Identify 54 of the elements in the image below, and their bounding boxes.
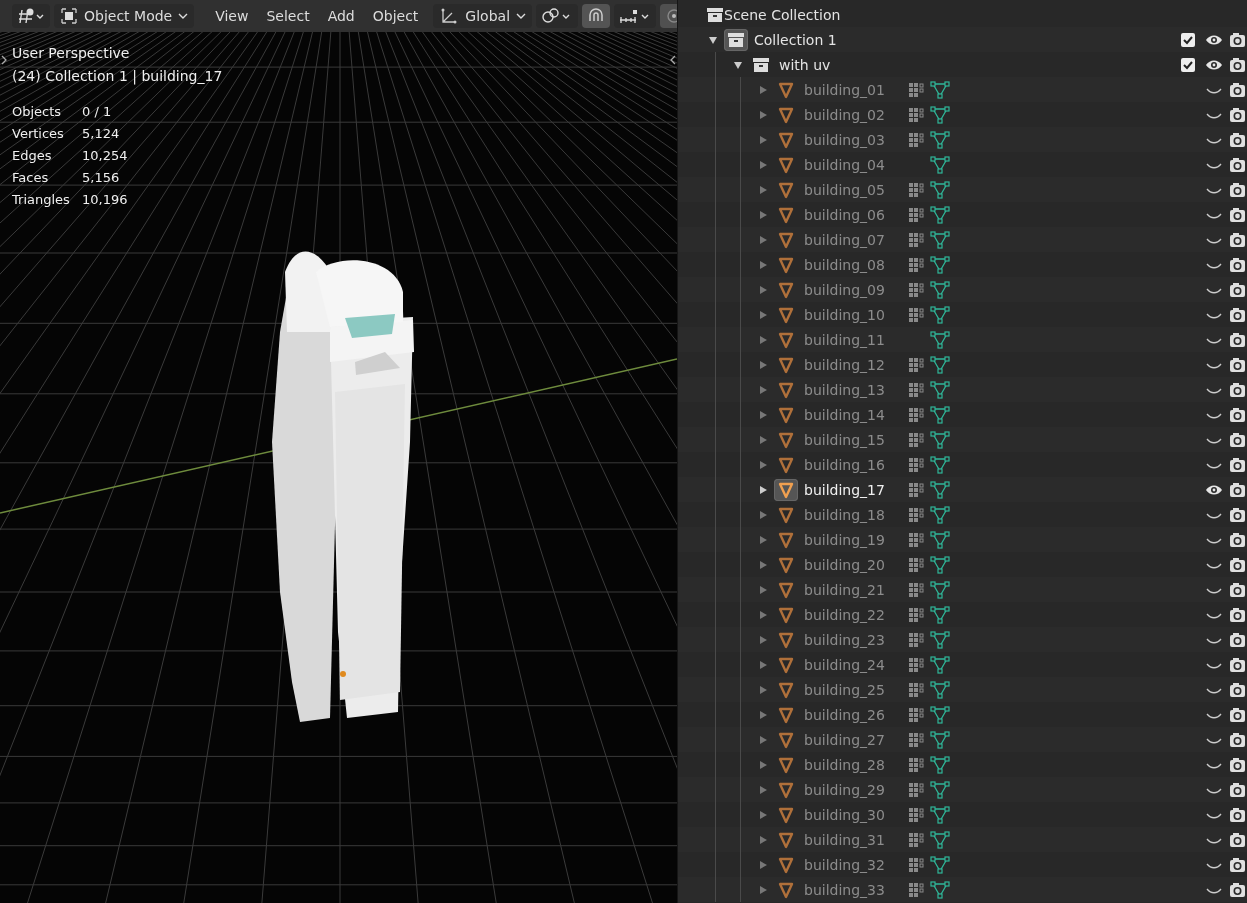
collection-name[interactable]: Collection 1 xyxy=(754,31,837,48)
object-name[interactable]: building_25 xyxy=(804,681,904,698)
object-name[interactable]: building_13 xyxy=(804,381,904,398)
object-name[interactable]: building_23 xyxy=(804,631,904,648)
object-name[interactable]: building_32 xyxy=(804,856,904,873)
object-name[interactable]: building_05 xyxy=(804,181,904,198)
object-name[interactable]: building_03 xyxy=(804,131,904,148)
object-name[interactable]: building_02 xyxy=(804,106,904,123)
stat-value: 10,196 xyxy=(82,191,128,209)
object-name[interactable]: building_30 xyxy=(804,806,904,823)
object-name[interactable]: building_06 xyxy=(804,206,904,223)
object-name[interactable]: building_29 xyxy=(804,781,904,798)
menu-item[interactable]: Object xyxy=(365,4,426,28)
menu-item[interactable]: Select xyxy=(259,4,317,28)
object-name[interactable]: building_27 xyxy=(804,731,904,748)
stat-label: Edges xyxy=(12,147,53,165)
stat-value: 5,156 xyxy=(82,169,121,187)
collection-name[interactable]: with uv xyxy=(779,56,831,73)
object-name[interactable]: building_01 xyxy=(804,81,904,98)
object-name[interactable]: building_26 xyxy=(804,706,904,723)
stat-value: 10,254 xyxy=(82,147,128,165)
object-name[interactable]: building_33 xyxy=(804,881,904,898)
object-name[interactable]: building_07 xyxy=(804,231,904,248)
object-name[interactable]: building_16 xyxy=(804,456,904,473)
menu-item[interactable]: View xyxy=(208,4,256,28)
stat-label: Triangles xyxy=(12,191,71,209)
active-object-context: (24) Collection 1 | building_17 xyxy=(12,67,223,86)
object-name[interactable]: building_14 xyxy=(804,406,904,423)
object-name[interactable]: building_09 xyxy=(804,281,904,298)
object-name[interactable]: building_31 xyxy=(804,831,904,848)
orientation-dropdown[interactable]: Global xyxy=(433,4,533,28)
object-name[interactable]: building_08 xyxy=(804,256,904,273)
object-name[interactable]: building_04 xyxy=(804,156,904,173)
menu-item[interactable]: Add xyxy=(320,4,362,28)
object-name[interactable]: building_24 xyxy=(804,656,904,673)
object-name[interactable]: building_22 xyxy=(804,606,904,623)
object-name[interactable]: building_11 xyxy=(804,331,904,348)
object-name[interactable]: building_18 xyxy=(804,506,904,523)
mode-dropdown[interactable]: Object Mode xyxy=(54,4,195,28)
object-name[interactable]: building_12 xyxy=(804,356,904,373)
stat-value: 0 / 1 xyxy=(82,103,113,121)
stat-label: Objects xyxy=(12,103,63,121)
stat-label: Faces xyxy=(12,169,50,187)
object-name[interactable]: building_17 xyxy=(804,481,904,498)
collection-name[interactable]: Scene Collection xyxy=(724,6,841,23)
object-name[interactable]: building_21 xyxy=(804,581,904,598)
object-name[interactable]: building_28 xyxy=(804,756,904,773)
object-name[interactable]: building_20 xyxy=(804,556,904,573)
object-name[interactable]: building_19 xyxy=(804,531,904,548)
stat-value: 5,124 xyxy=(82,125,121,143)
object-name[interactable]: building_15 xyxy=(804,431,904,448)
stat-label: Vertices xyxy=(12,125,65,143)
view-name: User Perspective xyxy=(12,44,131,63)
object-name[interactable]: building_10 xyxy=(804,306,904,323)
